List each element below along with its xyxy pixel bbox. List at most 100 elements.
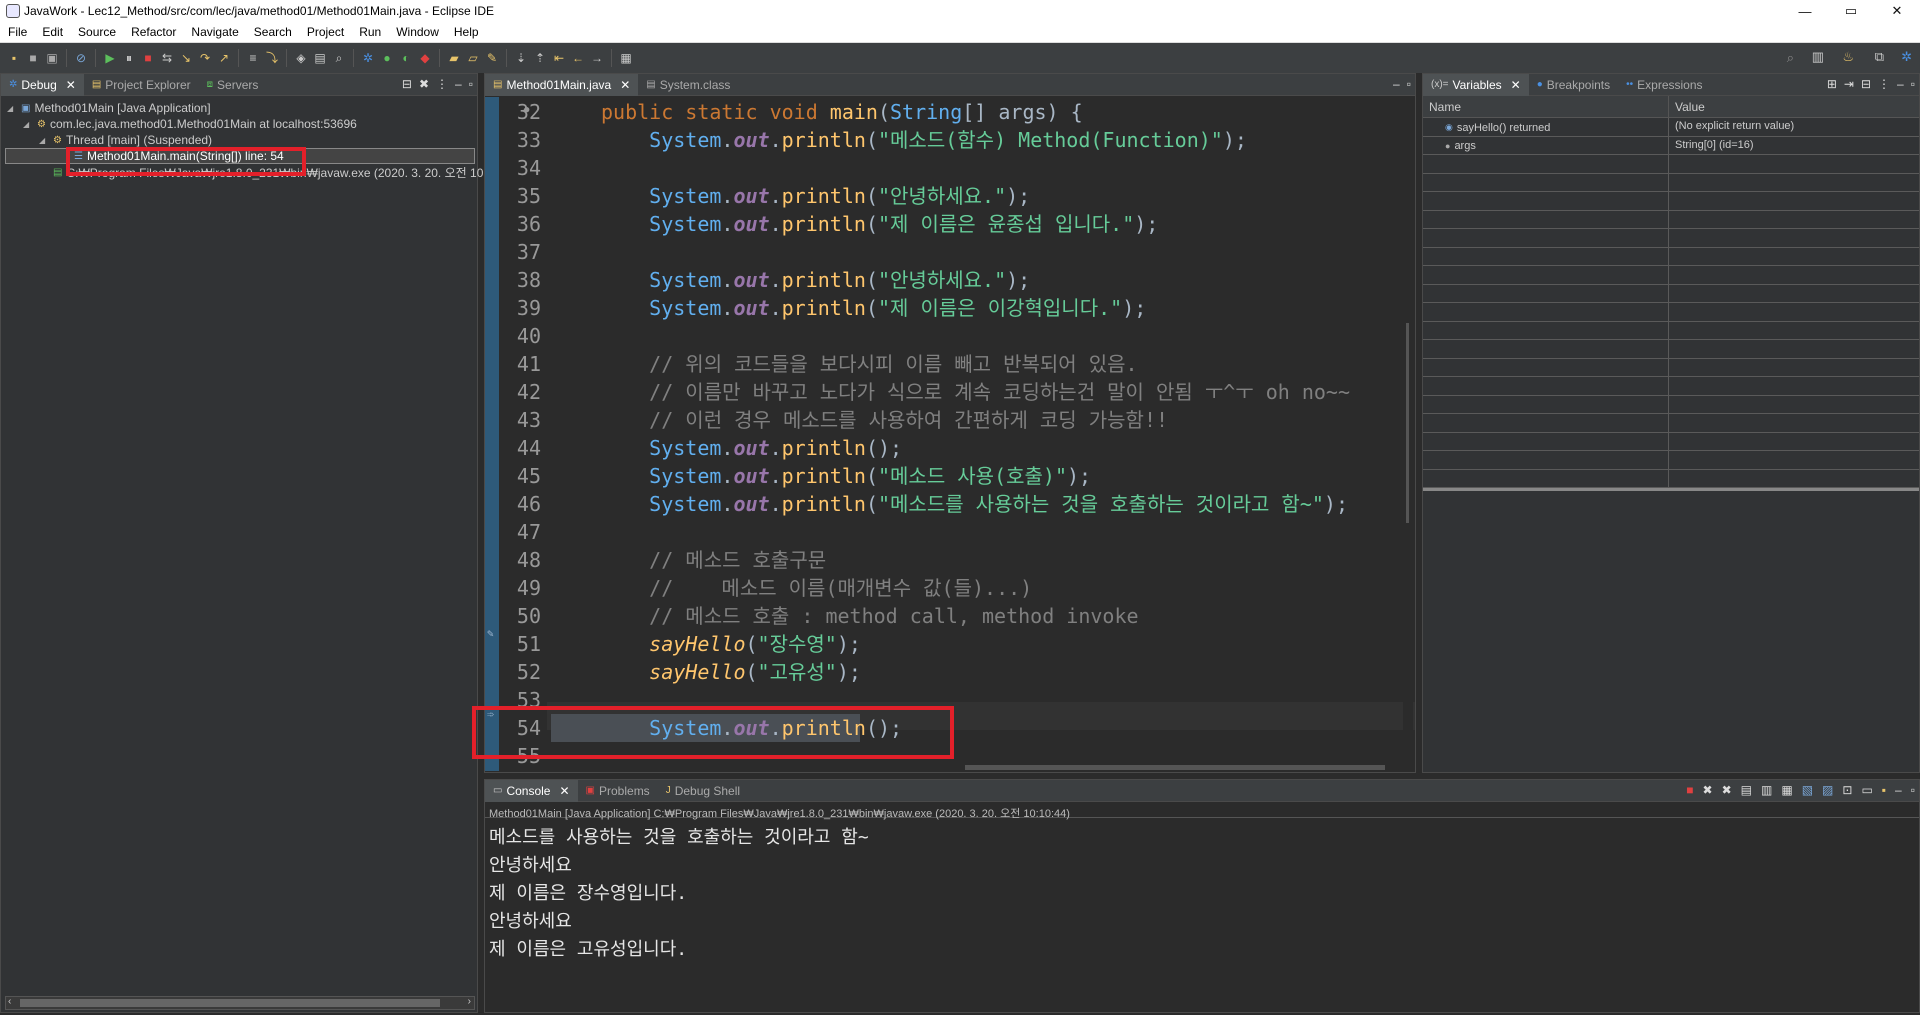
next-annotation-icon[interactable]: ⇣: [513, 50, 529, 66]
tab-expressions[interactable]: •• Expressions: [1618, 74, 1710, 96]
pin-editor-icon[interactable]: ▦: [618, 50, 634, 66]
show-logical-structure-icon[interactable]: ⇥: [1844, 77, 1854, 91]
tab-project-explorer[interactable]: ▤ Project Explorer: [84, 74, 199, 96]
menu-refactor[interactable]: Refactor: [123, 25, 183, 39]
remove-launch-icon[interactable]: ✖: [1703, 783, 1713, 797]
drop-to-frame-icon[interactable]: ≡: [245, 50, 261, 66]
scroll-right-icon[interactable]: ›: [468, 996, 471, 1007]
editor-horizontal-scrollbar[interactable]: [965, 765, 1385, 770]
show-on-stderr-icon[interactable]: ▨: [1822, 783, 1833, 797]
maximize-view-icon[interactable]: ▫: [469, 77, 473, 91]
forward-icon[interactable]: →: [589, 50, 605, 66]
step-return-icon[interactable]: ↗: [216, 50, 232, 66]
console-output[interactable]: 메소드를 사용하는 것을 호출하는 것이라고 함~ 안녕하세요 제 이름은 장수…: [485, 818, 1919, 970]
code-line[interactable]: 36 System.out.println("제 이름은 윤종섭 입니다.");: [485, 210, 1415, 238]
new-class-icon[interactable]: ✎: [484, 50, 500, 66]
tree-node-launch[interactable]: ◢ ⚙ com.lec.java.method01.Method01Main a…: [23, 116, 357, 132]
menu-run[interactable]: Run: [351, 25, 388, 39]
expand-arrow-icon[interactable]: ◢: [7, 104, 17, 113]
column-name[interactable]: Name: [1423, 96, 1669, 117]
pin-console-icon[interactable]: ⊡: [1842, 783, 1852, 797]
scroll-left-icon[interactable]: ‹: [8, 996, 11, 1007]
close-icon[interactable]: ✕: [1511, 78, 1521, 92]
tab-console[interactable]: ▭ Console ✕: [485, 779, 578, 802]
run-icon[interactable]: ●: [379, 50, 395, 66]
tab-debug[interactable]: ✲ Debug ✕: [1, 73, 84, 96]
menu-navigate[interactable]: Navigate: [183, 25, 245, 39]
display-console-icon[interactable]: ▭: [1861, 783, 1872, 797]
code-line[interactable]: 42 // 이름만 바꾸고 노다가 식으로 계속 코딩하는건 말이 안됨 ㅜ^ㅜ…: [485, 378, 1415, 406]
code-line[interactable]: 51 sayHello("장수영");: [485, 630, 1415, 658]
menu-edit[interactable]: Edit: [34, 25, 70, 39]
save-icon[interactable]: ■: [25, 50, 41, 66]
code-line[interactable]: 43 // 이런 경우 메소드를 사용하여 간편하게 코딩 가능함!!: [485, 406, 1415, 434]
java-ee-perspective-icon[interactable]: ⧉: [1875, 49, 1884, 65]
tree-node-application[interactable]: ◢ ▣ Method01Main [Java Application]: [7, 100, 211, 116]
expand-arrow-icon[interactable]: ◢: [39, 136, 49, 145]
last-edit-icon[interactable]: ⇤: [551, 50, 567, 66]
scrollbar-thumb[interactable]: [1406, 323, 1409, 523]
code-line[interactable]: 53: [485, 686, 1415, 714]
terminate-icon[interactable]: ■: [140, 50, 156, 66]
table-row[interactable]: ◉ sayHello() returned (No explicit return…: [1423, 118, 1919, 137]
quick-access-search-icon[interactable]: ⌕: [1787, 50, 1794, 66]
close-icon[interactable]: ✕: [559, 784, 569, 798]
code-line[interactable]: 37: [485, 238, 1415, 266]
menu-search[interactable]: Search: [246, 25, 299, 39]
java-perspective-icon[interactable]: ♨: [1842, 49, 1854, 65]
suspend-icon[interactable]: ⏸: [121, 50, 137, 66]
collapse-all-icon[interactable]: ⊟: [1861, 77, 1871, 91]
previous-annotation-icon[interactable]: ⇡: [532, 50, 548, 66]
column-value[interactable]: Value: [1669, 96, 1711, 117]
maximize-button[interactable]: ▭: [1828, 0, 1874, 22]
code-line[interactable]: 46 System.out.println("메소드를 사용하는 것을 호출하는…: [485, 490, 1415, 518]
new-java-project-icon[interactable]: ▰: [446, 50, 462, 66]
step-over-icon[interactable]: ↷: [197, 50, 213, 66]
minimize-button[interactable]: —: [1782, 0, 1828, 22]
menu-source[interactable]: Source: [70, 25, 123, 39]
minimize-view-icon[interactable]: ‒: [455, 77, 462, 91]
clear-console-icon[interactable]: ▤: [1741, 783, 1752, 797]
scroll-lock-icon[interactable]: ▥: [1761, 783, 1772, 797]
tab-system-class[interactable]: ▤ System.class: [638, 74, 738, 96]
show-type-names-icon[interactable]: ⊞: [1827, 77, 1837, 91]
search-toolbar-icon[interactable]: ⌕: [331, 50, 347, 66]
code-line[interactable]: 39 System.out.println("제 이름은 이강혁입니다.");: [485, 294, 1415, 322]
open-console-icon[interactable]: ▪: [1882, 783, 1886, 797]
expand-arrow-icon[interactable]: ◢: [23, 120, 33, 129]
debug-view-menu-icon[interactable]: ⋮: [436, 77, 448, 91]
close-icon[interactable]: ✕: [620, 78, 630, 92]
open-perspective-icon[interactable]: ▥: [1812, 49, 1824, 65]
table-row[interactable]: ● args String[0] (id=16): [1423, 136, 1919, 155]
code-line[interactable]: 48 // 메소드 호출구문: [485, 546, 1415, 574]
open-type-icon[interactable]: ◈: [293, 50, 309, 66]
scrollbar-thumb[interactable]: [20, 999, 440, 1007]
code-area[interactable]: 32 public static void main(String[] args)…: [485, 97, 1415, 771]
tab-servers[interactable]: ⧈ Servers: [199, 74, 267, 96]
debug-horizontal-scrollbar[interactable]: ‹ ›: [5, 996, 475, 1010]
variables-detail-sash[interactable]: [1423, 488, 1919, 491]
tree-node-stack-frame[interactable]: ☰ Method01Main.main(String[]) line: 54: [5, 148, 475, 164]
minimize-view-icon[interactable]: ‒: [1393, 77, 1400, 91]
terminate-icon[interactable]: ■: [1686, 783, 1693, 797]
menu-file[interactable]: File: [0, 25, 34, 39]
code-line[interactable]: 45 System.out.println("메소드 사용(호출)");: [485, 462, 1415, 490]
menu-project[interactable]: Project: [299, 25, 351, 39]
tab-method01main-java[interactable]: ▤ Method01Main.java ✕: [485, 73, 639, 96]
code-line[interactable]: 54 System.out.println();: [485, 714, 1415, 742]
external-tools-icon[interactable]: ◆: [417, 50, 433, 66]
menu-help[interactable]: Help: [446, 25, 486, 39]
coverage-icon[interactable]: ◐: [398, 50, 414, 66]
code-line[interactable]: 35 System.out.println("안녕하세요.");: [485, 182, 1415, 210]
collapse-all-icon[interactable]: ⊟: [402, 77, 412, 91]
editor-vertical-scrollbar[interactable]: [1403, 97, 1413, 757]
tab-breakpoints[interactable]: ● Breakpoints: [1529, 74, 1618, 96]
close-button[interactable]: ✕: [1874, 0, 1920, 22]
tab-variables[interactable]: (x)= Variables ✕: [1423, 73, 1529, 96]
debug-perspective-icon[interactable]: ✲: [1901, 49, 1912, 65]
minimize-view-icon[interactable]: ‒: [1897, 77, 1904, 91]
open-task-icon[interactable]: ▤: [312, 50, 328, 66]
remove-terminated-icon[interactable]: ✖: [419, 77, 429, 91]
debug-run-icon[interactable]: ✲: [360, 50, 376, 66]
step-into-icon[interactable]: ↘: [178, 50, 194, 66]
